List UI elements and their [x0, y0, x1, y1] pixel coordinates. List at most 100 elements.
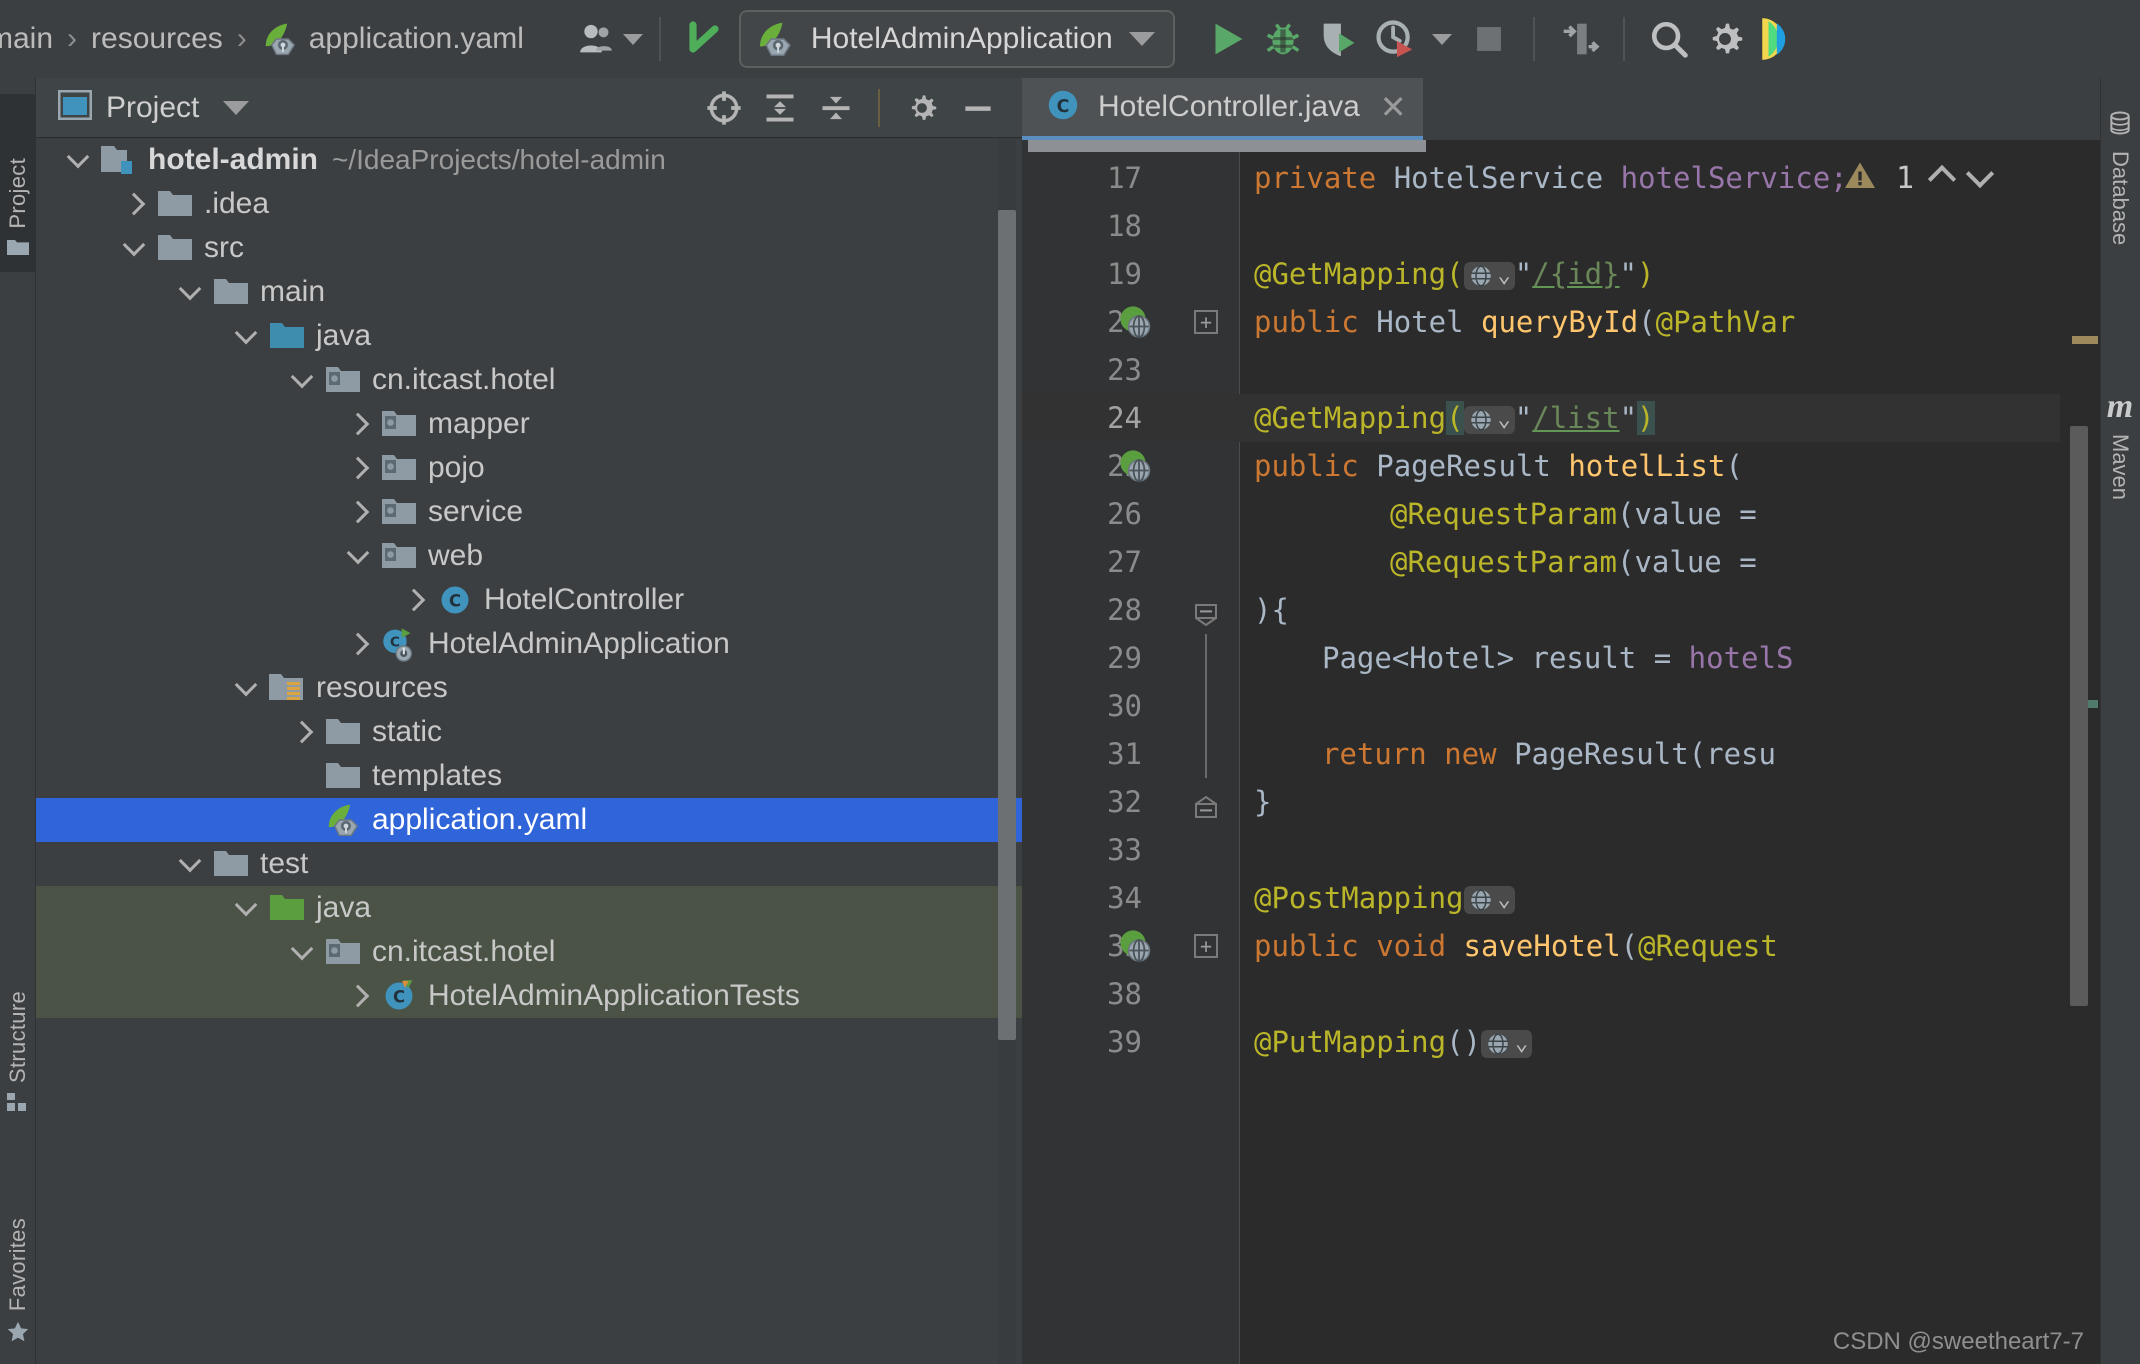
- chevron-up-icon[interactable]: [1927, 164, 1957, 193]
- sidebar-item-favorites[interactable]: Favorites: [0, 1160, 36, 1360]
- breadcrumb-item-application-yaml[interactable]: application.yaml: [261, 20, 524, 58]
- tree-node-templates[interactable]: templates: [36, 754, 1022, 798]
- chevron-right-icon[interactable]: [338, 632, 378, 656]
- code-line[interactable]: 39 @PutMapping() ⌄: [1022, 1018, 2100, 1066]
- hide-panel-button[interactable]: [952, 82, 1004, 134]
- chevron-down-icon[interactable]: [1965, 159, 1995, 188]
- chevron-right-icon[interactable]: [338, 456, 378, 480]
- web-endpoint-icon[interactable]: ⌄: [1480, 1030, 1533, 1058]
- debug-button[interactable]: [1255, 11, 1311, 67]
- code-line[interactable]: 27 @RequestParam(value =: [1022, 538, 2100, 586]
- collapse-all-button[interactable]: [810, 82, 862, 134]
- tree-node-mapper[interactable]: mapper: [36, 402, 1022, 446]
- chevron-down-icon[interactable]: [1128, 32, 1155, 46]
- marker-warning[interactable]: [2072, 336, 2098, 344]
- tree-node-cn-itcast-hotel[interactable]: cn.itcast.hotel: [36, 930, 1022, 974]
- chevron-down-icon[interactable]: [282, 937, 322, 961]
- code-editor[interactable]: 17 private HotelService hotelService; 18 19…: [1022, 140, 2100, 1364]
- chevron-down-icon[interactable]: [223, 100, 250, 115]
- code-line[interactable]: 19 @GetMapping(⌄ "/{id}"): [1022, 250, 2100, 298]
- tree-node-web[interactable]: web: [36, 534, 1022, 578]
- tree-node-cn-itcast-hotel[interactable]: cn.itcast.hotel: [36, 358, 1022, 402]
- code-line[interactable]: 28){: [1022, 586, 2100, 634]
- chevron-right-icon[interactable]: [338, 984, 378, 1008]
- breadcrumb-item-main[interactable]: main: [0, 22, 53, 56]
- web-endpoint-icon[interactable]: ⌄: [1463, 406, 1515, 434]
- run-endpoint-gutter-icon[interactable]: [1118, 448, 1154, 484]
- code-line[interactable]: 30: [1022, 682, 2100, 730]
- code-line[interactable]: 29 Page<Hotel> result = hotelS: [1022, 634, 2100, 682]
- web-endpoint-icon[interactable]: ⌄: [1463, 886, 1515, 914]
- tree-node-application-yaml[interactable]: application.yaml: [36, 798, 1022, 842]
- code-fold-expand-icon[interactable]: +: [1194, 934, 1218, 958]
- chevron-down-icon[interactable]: [58, 145, 98, 169]
- code-line[interactable]: 35+public void saveHotel(@Request: [1022, 922, 2100, 970]
- profile-dropdown[interactable]: [1423, 11, 1461, 67]
- project-settings-button[interactable]: [896, 82, 948, 134]
- tree-node-hoteladminapplicationtests[interactable]: C HotelAdminApplicationTests: [36, 974, 1022, 1018]
- run-configuration-selector[interactable]: HotelAdminApplication: [738, 10, 1175, 68]
- code-line[interactable]: 34 @PostMapping ⌄: [1022, 874, 2100, 922]
- profile-button[interactable]: [1367, 11, 1423, 67]
- sidebar-item-database[interactable]: Database: [2100, 98, 2140, 310]
- code-line[interactable]: 31 return new PageResult(resu: [1022, 730, 2100, 778]
- chevron-right-icon[interactable]: [282, 720, 322, 744]
- sidebar-item-project[interactable]: Project: [0, 94, 36, 272]
- chevron-down-icon[interactable]: [226, 893, 266, 917]
- breadcrumb-item-resources[interactable]: resources: [91, 22, 223, 56]
- chevron-right-icon[interactable]: [394, 588, 434, 612]
- project-tree-scrollbar[interactable]: [998, 210, 1016, 1040]
- chevron-down-icon[interactable]: [226, 321, 266, 345]
- chevron-down-icon[interactable]: [282, 365, 322, 389]
- code-fold-collapse-icon[interactable]: [1194, 791, 1218, 818]
- tree-node-static[interactable]: static: [36, 710, 1022, 754]
- run-endpoint-gutter-icon[interactable]: [1118, 928, 1154, 964]
- sidebar-item-maven[interactable]: m Maven: [2100, 378, 2140, 568]
- select-opened-file-button[interactable]: [698, 82, 750, 134]
- user-avatar-icon[interactable]: [576, 11, 643, 67]
- expand-all-button[interactable]: [754, 82, 806, 134]
- settings-button[interactable]: [1697, 11, 1753, 67]
- editor-vertical-scrollbar[interactable]: [2070, 426, 2088, 1006]
- tab-hotelcontroller-java[interactable]: C HotelController.java ✕: [1022, 78, 1423, 140]
- code-line[interactable]: 24 @GetMapping(⌄ "/list"): [1022, 394, 2100, 442]
- chevron-down-icon[interactable]: [170, 849, 210, 873]
- tree-node-hotel-admin[interactable]: hotel-admin ~/IdeaProjects/hotel-admin: [36, 138, 1022, 182]
- code-line[interactable]: 25public PageResult hotelList(: [1022, 442, 2100, 490]
- code-fold-collapse-icon[interactable]: [1194, 599, 1218, 627]
- chevron-down-icon[interactable]: [338, 541, 378, 565]
- run-endpoint-gutter-icon[interactable]: [1118, 304, 1154, 340]
- code-line[interactable]: 20+public Hotel queryById(@PathVar: [1022, 298, 2100, 346]
- close-icon[interactable]: ✕: [1376, 91, 1407, 123]
- search-everywhere-button[interactable]: [1641, 11, 1697, 67]
- tree-node-src[interactable]: src: [36, 226, 1022, 270]
- run-button[interactable]: [1199, 11, 1255, 67]
- inspection-widget[interactable]: 1: [1842, 158, 1995, 199]
- code-fold-expand-icon[interactable]: +: [1194, 310, 1218, 334]
- chevron-right-icon[interactable]: [338, 500, 378, 524]
- stop-button[interactable]: [1461, 11, 1517, 67]
- code-line[interactable]: 33: [1022, 826, 2100, 874]
- tree-node-service[interactable]: service: [36, 490, 1022, 534]
- tree-node-java[interactable]: java: [36, 314, 1022, 358]
- chevron-down-icon[interactable]: [114, 233, 154, 257]
- web-endpoint-icon[interactable]: ⌄: [1463, 262, 1515, 290]
- project-tree[interactable]: hotel-admin ~/IdeaProjects/hotel-admin .id…: [36, 138, 1022, 1364]
- code-line[interactable]: 23: [1022, 346, 2100, 394]
- tree-node-resources[interactable]: resources: [36, 666, 1022, 710]
- chevron-right-icon[interactable]: [338, 412, 378, 436]
- tree-node-hoteladminapplication[interactable]: C HotelAdminApplication: [36, 622, 1022, 666]
- tree-node-test[interactable]: test: [36, 842, 1022, 886]
- code-line[interactable]: 38: [1022, 970, 2100, 1018]
- tree-node-java[interactable]: java: [36, 886, 1022, 930]
- tree-node-idea[interactable]: .idea: [36, 182, 1022, 226]
- chevron-right-icon[interactable]: [114, 192, 154, 216]
- tree-node-main[interactable]: main: [36, 270, 1022, 314]
- vcs-update-icon[interactable]: [677, 11, 733, 67]
- code-line[interactable]: 32}: [1022, 778, 2100, 826]
- chevron-down-icon[interactable]: [226, 673, 266, 697]
- editor-marker-strip[interactable]: [2060, 140, 2100, 1364]
- code-line[interactable]: 26 @RequestParam(value =: [1022, 490, 2100, 538]
- tree-node-hotelcontroller[interactable]: C HotelController: [36, 578, 1022, 622]
- sidebar-item-structure[interactable]: Structure: [0, 916, 36, 1128]
